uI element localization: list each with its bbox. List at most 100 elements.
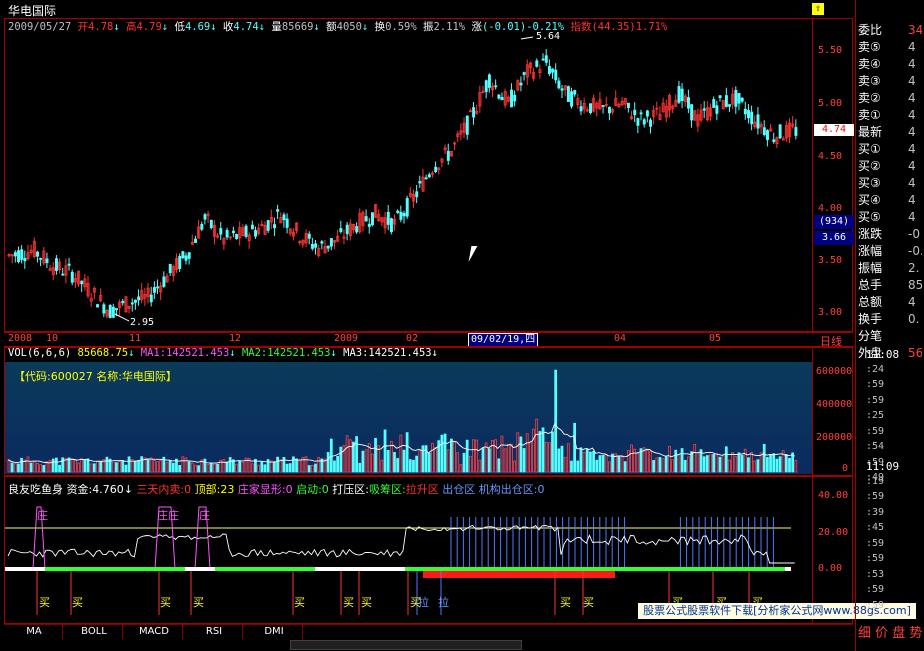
down-arrow-icon: ↓ bbox=[229, 347, 236, 359]
volume-bar bbox=[668, 445, 671, 473]
trade-time: :59 bbox=[866, 553, 885, 564]
candle-body bbox=[386, 211, 390, 225]
candle-body bbox=[314, 243, 318, 248]
cursor-date-label: 09/02/19,四 bbox=[468, 333, 539, 347]
volume-bar bbox=[156, 461, 159, 473]
candle-body bbox=[677, 86, 681, 103]
side-row-value: 4 bbox=[908, 176, 916, 190]
tab-ma[interactable]: MA bbox=[6, 625, 63, 639]
signal-zhuang-label: 庄 bbox=[199, 509, 210, 522]
candle-body bbox=[756, 114, 760, 129]
volume-bar bbox=[728, 459, 731, 473]
volume-bar bbox=[589, 451, 592, 473]
volume-bar bbox=[178, 465, 181, 473]
volume-bar bbox=[225, 461, 229, 473]
scroll-up-icon[interactable]: ⇧ bbox=[812, 3, 824, 15]
signal-zhuang-label: 庄 bbox=[157, 509, 168, 522]
volume-bar bbox=[168, 460, 172, 473]
side-row: 买⑤ 4 bbox=[858, 209, 922, 225]
candle-body bbox=[17, 250, 21, 262]
volume-bar bbox=[608, 461, 611, 473]
volume-bar bbox=[743, 448, 747, 473]
volume-bar bbox=[560, 445, 564, 473]
volume-bar bbox=[494, 439, 498, 473]
volume-bar bbox=[579, 447, 583, 473]
volume-header: VOL(6,6,6) 85668.75↓ MA1:142521.453↓ MA2… bbox=[8, 347, 438, 359]
side-row-label: 买⑤ bbox=[858, 210, 881, 224]
candle-body bbox=[794, 127, 798, 136]
volume-ma1: MA1:142521.453 bbox=[140, 347, 230, 359]
date-label: 05 bbox=[709, 333, 722, 344]
candle-body bbox=[273, 224, 277, 229]
side-footer-tabs[interactable]: 细 价 盘 势 bbox=[858, 622, 922, 641]
volume-bar bbox=[702, 456, 706, 473]
candle-body bbox=[23, 258, 27, 262]
candlestick-chart[interactable] bbox=[5, 19, 811, 331]
volume-bar bbox=[282, 456, 286, 473]
volume-bar bbox=[731, 452, 735, 473]
candle-body bbox=[715, 105, 719, 114]
volume-bar bbox=[541, 427, 545, 473]
volume-bar bbox=[32, 461, 36, 473]
volume-bar bbox=[67, 457, 71, 473]
volume-bar bbox=[48, 459, 52, 473]
side-row-value: 4 bbox=[908, 125, 916, 139]
tab-rsi[interactable]: RSI bbox=[186, 625, 243, 639]
candle-body bbox=[115, 308, 119, 311]
volume-bar bbox=[105, 456, 109, 473]
side-row-value: 0. bbox=[908, 312, 920, 326]
side-row: 买① 4 bbox=[858, 141, 922, 157]
volume-bar bbox=[642, 447, 646, 473]
signal-zhuang-label: 庄 bbox=[168, 509, 179, 522]
volume-bar bbox=[146, 459, 150, 473]
candle-body bbox=[370, 212, 374, 226]
candle-body bbox=[364, 216, 368, 222]
volume-bar bbox=[522, 448, 526, 473]
candle-body bbox=[554, 69, 558, 81]
candle-body bbox=[39, 257, 43, 260]
side-row: 卖③ 4 bbox=[858, 73, 922, 89]
tab-boll[interactable]: BOLL bbox=[66, 625, 123, 639]
volume-bar bbox=[159, 459, 163, 473]
volume-bar bbox=[740, 454, 744, 473]
side-row-label: 卖⑤ bbox=[858, 40, 881, 54]
volume-bar bbox=[70, 458, 74, 473]
horizontal-scrollbar[interactable] bbox=[290, 640, 522, 650]
volume-bar bbox=[298, 460, 302, 473]
side-row: 振幅 2. bbox=[858, 260, 922, 276]
price-tick: 5.50 bbox=[818, 45, 843, 56]
volume-bar bbox=[513, 460, 516, 473]
volume-bar bbox=[449, 438, 453, 473]
pullup-bar bbox=[423, 571, 615, 578]
tab-macd[interactable]: MACD bbox=[126, 625, 183, 639]
volume-bar bbox=[61, 457, 65, 473]
candle-body bbox=[55, 258, 58, 271]
candle-body bbox=[690, 104, 694, 121]
candle-body bbox=[326, 245, 330, 249]
price-tick: 4.00 bbox=[818, 203, 843, 214]
volume-bar bbox=[26, 456, 30, 473]
volume-bar bbox=[92, 463, 96, 473]
candle-body bbox=[573, 90, 577, 95]
candle-body bbox=[626, 102, 630, 108]
candle-body bbox=[339, 228, 343, 233]
volume-bar bbox=[310, 464, 314, 473]
candle-body bbox=[111, 306, 115, 318]
trade-time: :59 bbox=[866, 599, 885, 611]
candle-body bbox=[36, 251, 40, 257]
candle-body bbox=[200, 224, 204, 230]
volume-bar bbox=[89, 463, 93, 473]
volume-bar bbox=[547, 442, 551, 473]
volume-bar bbox=[291, 456, 295, 473]
tab-dmi[interactable]: DMI bbox=[246, 625, 303, 639]
candle-body bbox=[570, 91, 574, 107]
candle-body bbox=[547, 66, 551, 75]
trade-time: 11:08 bbox=[866, 348, 900, 361]
volume-bar bbox=[184, 457, 188, 473]
volume-bar bbox=[13, 463, 17, 473]
trade-time: :54 bbox=[866, 441, 885, 452]
side-row: 涨跌 -0 bbox=[858, 226, 922, 242]
volume-bar bbox=[216, 463, 219, 473]
volume-bar bbox=[348, 439, 352, 473]
volume-bar bbox=[421, 445, 425, 473]
